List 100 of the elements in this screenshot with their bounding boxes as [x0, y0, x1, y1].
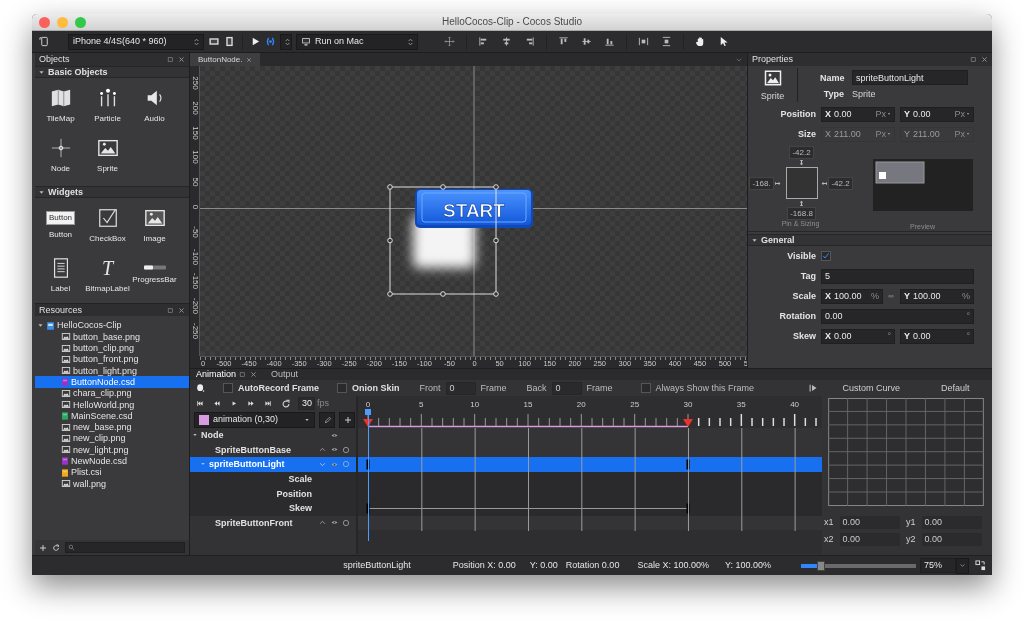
- device-select[interactable]: iPhone 4/4S(640 * 960): [68, 33, 204, 50]
- zoom-slider[interactable]: [801, 563, 916, 568]
- edit-button[interactable]: [319, 411, 335, 428]
- track-row[interactable]: Node: [190, 428, 356, 443]
- align-right-icon[interactable]: [524, 36, 535, 47]
- file-item[interactable]: button_clip.png: [35, 342, 189, 354]
- preset-label[interactable]: Default: [940, 382, 970, 394]
- file-item[interactable]: MainScene.csd: [35, 410, 189, 422]
- distribute-vertical-icon[interactable]: [661, 36, 672, 47]
- run-target-select[interactable]: Run on Mac: [296, 33, 418, 50]
- name-field[interactable]: spriteButtonLight: [852, 70, 968, 86]
- screen-portrait-icon[interactable]: [224, 36, 235, 47]
- object-label[interactable]: Audio: [144, 113, 165, 124]
- lock-circle-icon[interactable]: [342, 518, 350, 527]
- file-item[interactable]: new_clip.png: [35, 432, 189, 445]
- number-field[interactable]: Y 0.00 °: [900, 328, 974, 344]
- number-field[interactable]: Y 100.00 %: [900, 288, 974, 304]
- caret-icon[interactable]: [37, 322, 44, 330]
- file-item[interactable]: button_base.png: [35, 331, 189, 343]
- file-item[interactable]: new_base.png: [35, 421, 189, 433]
- zoom-field[interactable]: 75%: [920, 558, 956, 573]
- playhead-handle[interactable]: [365, 409, 371, 415]
- close-icon[interactable]: [246, 56, 253, 63]
- caret-icon[interactable]: [38, 68, 45, 76]
- eye-icon[interactable]: [330, 446, 339, 454]
- align-top-icon[interactable]: [558, 36, 569, 47]
- fit-screen-icon[interactable]: [975, 560, 986, 571]
- skip-start-icon[interactable]: [196, 400, 204, 407]
- file-item[interactable]: chara_clip.png: [35, 387, 189, 400]
- file-item[interactable]: Plist.csi: [35, 466, 189, 479]
- checkbox[interactable]: [223, 383, 233, 393]
- number-field[interactable]: X 0.00 °: [821, 328, 895, 344]
- chevron-up-icon[interactable]: [318, 446, 327, 454]
- eye-icon[interactable]: [330, 519, 339, 527]
- align-middle-icon[interactable]: [581, 36, 592, 47]
- file-item[interactable]: button_front.png: [35, 353, 189, 366]
- caret-icon[interactable]: [751, 236, 758, 244]
- debug-icon[interactable]: [265, 36, 276, 47]
- chevron-up-icon[interactable]: [318, 519, 327, 527]
- pin-field[interactable]: -168.8: [787, 207, 816, 221]
- fast-forward-icon[interactable]: [247, 400, 255, 407]
- rotate-device-icon[interactable]: [39, 36, 50, 47]
- slider-thumb[interactable]: [816, 560, 825, 571]
- object-label[interactable]: BitmapLabel: [85, 283, 130, 294]
- unit-select[interactable]: Px: [875, 108, 891, 120]
- onion-icon[interactable]: [196, 383, 205, 393]
- dropdown-icon[interactable]: [735, 56, 743, 63]
- panel-tab[interactable]: Output: [271, 369, 299, 380]
- file-item[interactable]: ButtonNode.csd: [35, 376, 189, 388]
- checkbox[interactable]: [640, 383, 651, 393]
- checkbox[interactable]: [337, 383, 347, 393]
- keyframe[interactable]: [686, 503, 690, 514]
- window-control[interactable]: [39, 17, 50, 28]
- project-item[interactable]: HelloCocos-Clip: [35, 320, 189, 332]
- object-label[interactable]: Label: [50, 283, 71, 294]
- close-icon[interactable]: [178, 56, 185, 63]
- object-label[interactable]: Sprite: [97, 163, 118, 174]
- track-property[interactable]: Position: [190, 486, 356, 501]
- eye-icon[interactable]: [330, 431, 339, 439]
- keyframe[interactable]: [686, 459, 690, 470]
- number-field[interactable]: 0.00: [839, 533, 900, 546]
- object-label[interactable]: Button: [48, 230, 73, 240]
- object-label[interactable]: Node: [50, 163, 71, 174]
- section-header[interactable]: General: [761, 234, 795, 246]
- add-icon[interactable]: [39, 543, 47, 552]
- panel-tab[interactable]: Animation: [196, 369, 258, 380]
- frame-field[interactable]: 0: [551, 381, 582, 395]
- loop-icon[interactable]: [281, 398, 291, 409]
- number-field[interactable]: 0.00: [921, 516, 982, 529]
- object-label[interactable]: TileMap: [46, 113, 75, 124]
- tag-field[interactable]: 5: [821, 268, 974, 284]
- object-label[interactable]: ProgressBar: [132, 275, 177, 285]
- pointer-icon[interactable]: [718, 36, 729, 47]
- track-row[interactable]: SpriteButtonBase: [190, 442, 356, 458]
- play-icon[interactable]: [230, 400, 238, 407]
- skip-end-icon[interactable]: [264, 400, 272, 407]
- add-button[interactable]: [339, 411, 355, 428]
- refresh-icon[interactable]: [52, 543, 60, 552]
- stepper-button[interactable]: [280, 33, 292, 50]
- animation-select[interactable]: animation (0,30): [194, 411, 315, 428]
- close-icon[interactable]: [178, 306, 185, 314]
- document-tab[interactable]: ButtonNode.: [190, 53, 261, 66]
- number-field[interactable]: X 0.00 Px: [821, 106, 895, 122]
- align-center-icon[interactable]: [501, 36, 512, 47]
- number-field[interactable]: X 100.00 %: [821, 288, 883, 304]
- caret-icon[interactable]: [38, 188, 45, 196]
- move-icon[interactable]: [444, 36, 455, 47]
- pin-field[interactable]: -42.2: [789, 146, 814, 160]
- hand-icon[interactable]: [695, 36, 706, 47]
- frame-field[interactable]: 0: [445, 381, 476, 395]
- checkbox[interactable]: [821, 251, 831, 261]
- align-bottom-icon[interactable]: [604, 36, 615, 47]
- align-left-icon[interactable]: [478, 36, 489, 47]
- curve-grid[interactable]: [826, 398, 986, 506]
- pin-field[interactable]: -168.: [749, 176, 774, 190]
- distribute-horizontal-icon[interactable]: [638, 36, 649, 47]
- number-field[interactable]: 0.00: [839, 516, 900, 529]
- curve-toggle-icon[interactable]: [809, 383, 818, 393]
- screen-landscape-icon[interactable]: [208, 36, 220, 47]
- search-field[interactable]: [65, 542, 185, 553]
